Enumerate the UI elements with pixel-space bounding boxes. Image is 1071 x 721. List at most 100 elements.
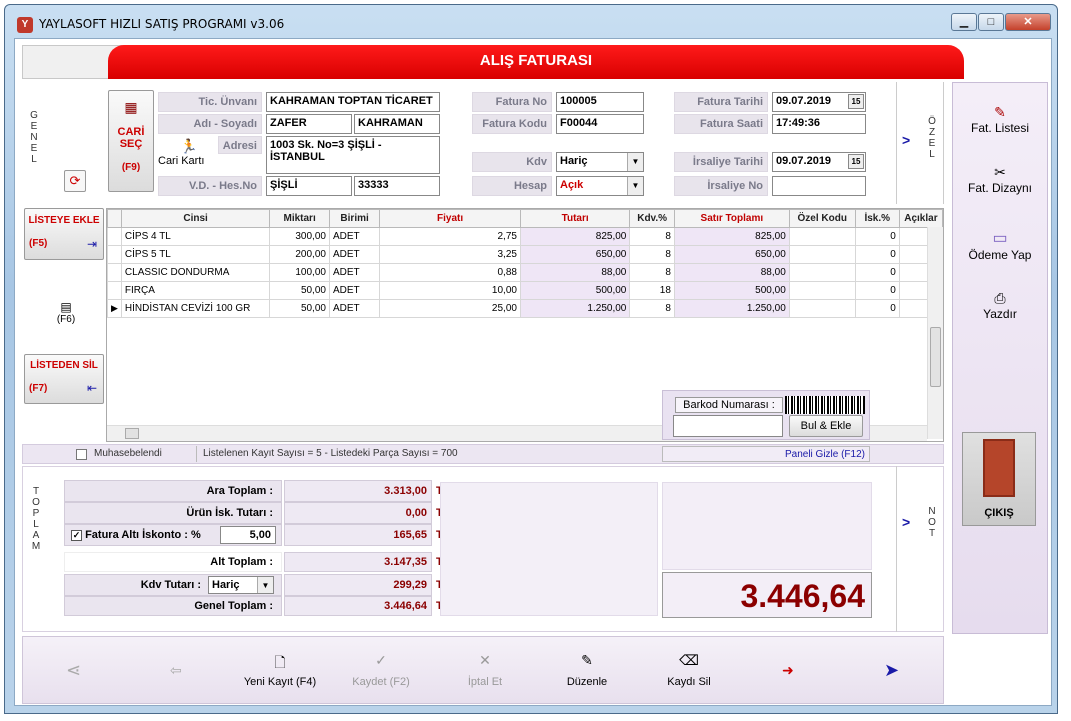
column-header[interactable]: Cinsi	[120, 209, 271, 228]
table-cell[interactable]: 500,00	[673, 281, 790, 300]
listeye-ekle-button[interactable]: LİSTEYE EKLE (F5) ⇥	[24, 208, 104, 260]
table-cell[interactable]	[788, 281, 856, 300]
cikis-button[interactable]: ÇIKIŞ	[962, 432, 1036, 526]
table-cell[interactable]	[788, 227, 856, 246]
table-cell[interactable]: ADET	[328, 227, 381, 246]
chevron-down-icon[interactable]: ▼	[627, 153, 643, 171]
table-cell[interactable]	[788, 299, 856, 318]
table-cell[interactable]: 200,00	[269, 245, 330, 264]
table-cell[interactable]: 0	[854, 245, 900, 264]
table-row[interactable]: CİPS 5 TL 200,00 ADET 3,25 650,00 8 650,00 0	[107, 245, 943, 264]
table-cell[interactable]: 2,75	[379, 227, 521, 246]
chevron-down-icon[interactable]: ▼	[257, 577, 273, 593]
table-cell[interactable]: 88,00	[519, 263, 631, 282]
table-cell[interactable]: 3,25	[379, 245, 521, 264]
chevron-down-icon[interactable]: ▼	[627, 177, 643, 195]
table-row[interactable]: CLASSIC DONDURMA 100,00 ADET 0,88 88,00 8 88,0…	[107, 263, 943, 282]
f6-button[interactable]: ▤ (F6)	[52, 300, 80, 334]
table-cell[interactable]	[788, 263, 856, 282]
close-button[interactable]: ✕	[1005, 13, 1051, 31]
calendar-icon[interactable]: 15	[848, 154, 864, 169]
kaydet-button[interactable]: ✓ Kaydet (F2)	[344, 652, 418, 688]
irsaliye-no-field[interactable]	[772, 176, 866, 196]
table-cell[interactable]: 100,00	[269, 263, 330, 282]
column-header[interactable]: Açıklar	[898, 209, 943, 228]
table-row[interactable]: FIRÇA 50,00 ADET 10,00 500,00 18 500,00 0	[107, 281, 943, 300]
table-cell[interactable]: 500,00	[519, 281, 631, 300]
barkod-input[interactable]	[673, 415, 783, 437]
calendar-icon[interactable]: 15	[848, 94, 864, 109]
listeden-sil-button[interactable]: LİSTEDEN SİL (F7) ⇤	[24, 354, 104, 404]
table-cell[interactable]: 1.250,00	[519, 299, 631, 318]
not-expand-arrow[interactable]: >	[902, 514, 910, 530]
duzenle-button[interactable]: ✎ Düzenle	[550, 652, 624, 688]
table-cell[interactable]: 18	[629, 281, 675, 300]
table-cell[interactable]: CİPS 4 TL	[120, 227, 271, 246]
table-cell[interactable]: 8	[629, 227, 675, 246]
vertical-scrollbar[interactable]	[927, 227, 943, 439]
column-header[interactable]: Miktarı	[269, 209, 330, 228]
odeme-yap-button[interactable]: ▭ Ödeme Yap	[956, 228, 1044, 262]
table-row[interactable]: ▶ HİNDİSTAN CEVİZİ 100 GR 50,00 ADET 25,00 1.…	[107, 299, 943, 318]
cari-karti-button[interactable]: 🏃 Cari Kartı	[158, 138, 218, 176]
table-cell[interactable]: ADET	[328, 263, 381, 282]
table-cell[interactable]: ADET	[328, 299, 381, 318]
kaydi-sil-button[interactable]: ⌫ Kaydı Sil	[652, 652, 726, 688]
column-header[interactable]: Tutarı	[519, 209, 631, 228]
fat-listesi-button[interactable]: ✎ Fat. Listesi	[956, 104, 1044, 135]
fatura-tarihi-field[interactable]: 09.07.2019 15	[772, 92, 866, 112]
table-cell[interactable]: 650,00	[673, 245, 790, 264]
iptal-et-button[interactable]: ✕ İptal Et	[448, 652, 522, 688]
fatura-no-field[interactable]: 100005	[556, 92, 644, 112]
column-header[interactable]: Özel Kodu	[788, 209, 856, 228]
hesno-field[interactable]: 33333	[354, 176, 440, 196]
maximize-button[interactable]: □	[978, 13, 1004, 31]
scroll-thumb[interactable]	[125, 428, 139, 439]
column-header[interactable]: Fiyatı	[379, 209, 521, 228]
table-cell[interactable]: 0	[854, 263, 900, 282]
table-cell[interactable]: 825,00	[519, 227, 631, 246]
ozel-expand-arrow[interactable]: >	[902, 132, 910, 148]
table-cell[interactable]: 8	[629, 245, 675, 264]
table-row[interactable]: CİPS 4 TL 300,00 ADET 2,75 825,00 8 825,00 0	[107, 227, 943, 246]
paneli-gizle-button[interactable]: Paneli Gizle (F12)	[662, 446, 870, 462]
table-cell[interactable]: 300,00	[269, 227, 330, 246]
adresi-field[interactable]: 1003 Sk. No=3 ŞİŞLİ - İSTANBUL	[266, 136, 440, 174]
table-cell[interactable]: CLASSIC DONDURMA	[120, 263, 271, 282]
soyadi-field[interactable]: KAHRAMAN	[354, 114, 440, 134]
fatura-saati-field[interactable]: 17:49:36	[772, 114, 866, 134]
table-cell[interactable]: ADET	[328, 245, 381, 264]
table-cell[interactable]: 0	[854, 227, 900, 246]
table-cell[interactable]: CİPS 5 TL	[120, 245, 271, 264]
table-cell[interactable]: HİNDİSTAN CEVİZİ 100 GR	[120, 299, 271, 318]
yazdir-button[interactable]: ⎙ Yazdır	[956, 290, 1044, 321]
column-header[interactable]: Satır Toplamı	[673, 209, 790, 228]
fatura-alti-pct-field[interactable]: 5,00	[220, 526, 276, 544]
table-cell[interactable]: 88,00	[673, 263, 790, 282]
table-cell[interactable]: 0	[854, 281, 900, 300]
table-cell[interactable]: 8	[629, 299, 675, 318]
tic-unvani-field[interactable]: KAHRAMAN TOPTAN TİCARET	[266, 92, 440, 112]
muhasebelendi-checkbox[interactable]	[76, 449, 87, 460]
table-cell[interactable]: 50,00	[269, 281, 330, 300]
irsaliye-tarihi-field[interactable]: 09.07.2019 15	[772, 152, 866, 172]
column-header[interactable]: Kdv.%	[629, 209, 675, 228]
table-cell[interactable]: 10,00	[379, 281, 521, 300]
table-cell[interactable]: 8	[629, 263, 675, 282]
yeni-kayit-button[interactable]: 🗋 Yeni Kayıt (F4)	[238, 652, 322, 688]
fatura-kodu-field[interactable]: F00044	[556, 114, 644, 134]
adi-field[interactable]: ZAFER	[266, 114, 352, 134]
first-record-icon[interactable]: ⋖	[66, 660, 81, 681]
fat-dizayni-button[interactable]: ✂ Fat. Dizaynı	[956, 164, 1044, 195]
table-cell[interactable]: 50,00	[269, 299, 330, 318]
table-cell[interactable]	[788, 245, 856, 264]
kdv-select[interactable]: Hariç ▼	[556, 152, 644, 172]
cari-sec-button[interactable]: ▦ CARİ SEÇ (F9)	[108, 90, 154, 192]
kdv-mode-select[interactable]: Hariç ▼	[208, 576, 274, 594]
table-cell[interactable]: 1.250,00	[673, 299, 790, 318]
table-cell[interactable]: 25,00	[379, 299, 521, 318]
fatura-alti-checkbox[interactable]: ✓	[71, 529, 82, 541]
previous-record-icon[interactable]: ⇦	[170, 662, 182, 679]
table-cell[interactable]: FIRÇA	[120, 281, 271, 300]
column-header[interactable]: İsk.%	[854, 209, 900, 228]
